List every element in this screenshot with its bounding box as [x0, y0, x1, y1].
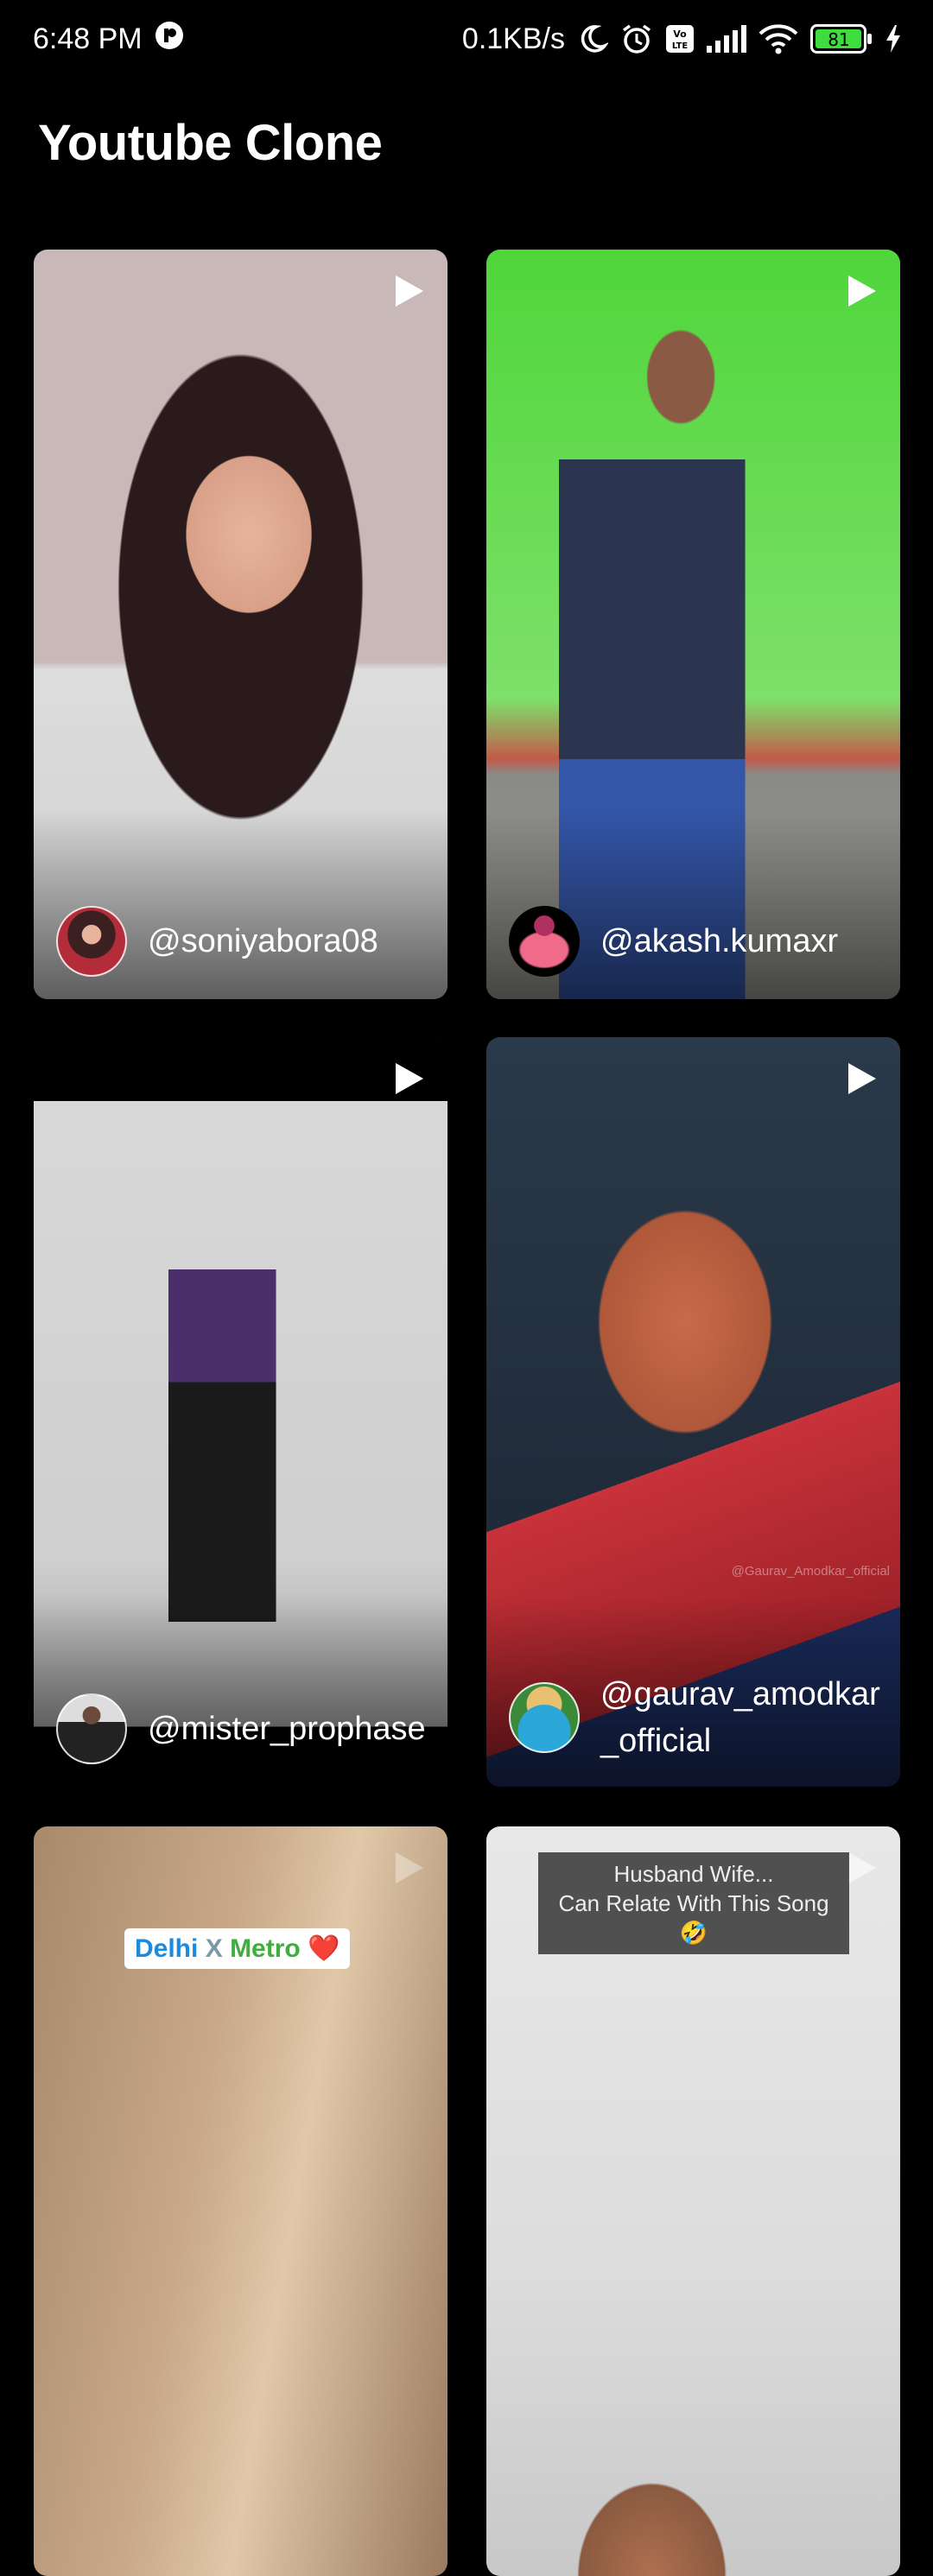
alarm-icon — [620, 22, 653, 55]
author-handle: @gaurav_amodkar_official — [600, 1676, 880, 1759]
moon-icon — [577, 23, 608, 54]
video-card[interactable]: @akash.kumaxr — [486, 250, 900, 999]
avatar — [509, 1682, 580, 1753]
status-time: 6:48 PM — [33, 22, 143, 55]
app-notification-icon — [155, 21, 184, 58]
video-author[interactable]: @mister_prophase — [56, 1693, 430, 1764]
video-caption: Husband Wife... Can Relate With This Son… — [538, 1852, 849, 1954]
status-bar: 6:48 PM 0.1KB/s Vo LTE 81 — [0, 0, 933, 78]
video-author[interactable]: @akash.kumaxr — [509, 906, 883, 977]
svg-text:81: 81 — [828, 29, 849, 50]
charging-icon — [885, 24, 902, 54]
volte-icon: Vo LTE — [665, 24, 695, 54]
video-card[interactable]: @soniyabora08 — [34, 250, 447, 999]
svg-text:Vo: Vo — [673, 28, 687, 40]
network-speed: 0.1KB/s — [461, 22, 565, 55]
svg-text:LTE: LTE — [672, 41, 689, 51]
play-icon — [848, 275, 876, 307]
video-author[interactable]: @gaurav_amodkar_official — [509, 1671, 883, 1764]
author-handle: @mister_prophase — [148, 1711, 426, 1747]
video-author[interactable]: @soniyabora08 — [56, 906, 430, 977]
video-card[interactable]: Delhi X Metro ❤️ — [34, 1826, 447, 2576]
play-icon — [848, 1852, 876, 1883]
app-title: Youtube Clone — [38, 115, 383, 171]
battery-icon: 81 — [810, 24, 873, 54]
avatar — [56, 906, 127, 977]
avatar — [509, 906, 580, 977]
video-card[interactable]: Husband Wife... Can Relate With This Son… — [486, 1826, 900, 2576]
wifi-icon — [758, 23, 798, 54]
play-icon — [396, 275, 423, 307]
signal-icon — [707, 25, 746, 53]
play-icon — [848, 1063, 876, 1094]
author-handle: @akash.kumaxr — [600, 923, 839, 959]
avatar — [56, 1693, 127, 1764]
play-icon — [396, 1852, 423, 1883]
video-card[interactable]: @mister_prophase — [34, 1037, 447, 1787]
play-icon — [396, 1063, 423, 1094]
video-card[interactable]: @Gaurav_Amodkar_official @gaurav_amodkar… — [486, 1037, 900, 1787]
video-watermark: @Gaurav_Amodkar_official — [731, 1564, 890, 1579]
video-caption: Delhi X Metro ❤️ — [124, 1928, 351, 1969]
author-handle: @soniyabora08 — [148, 923, 378, 959]
